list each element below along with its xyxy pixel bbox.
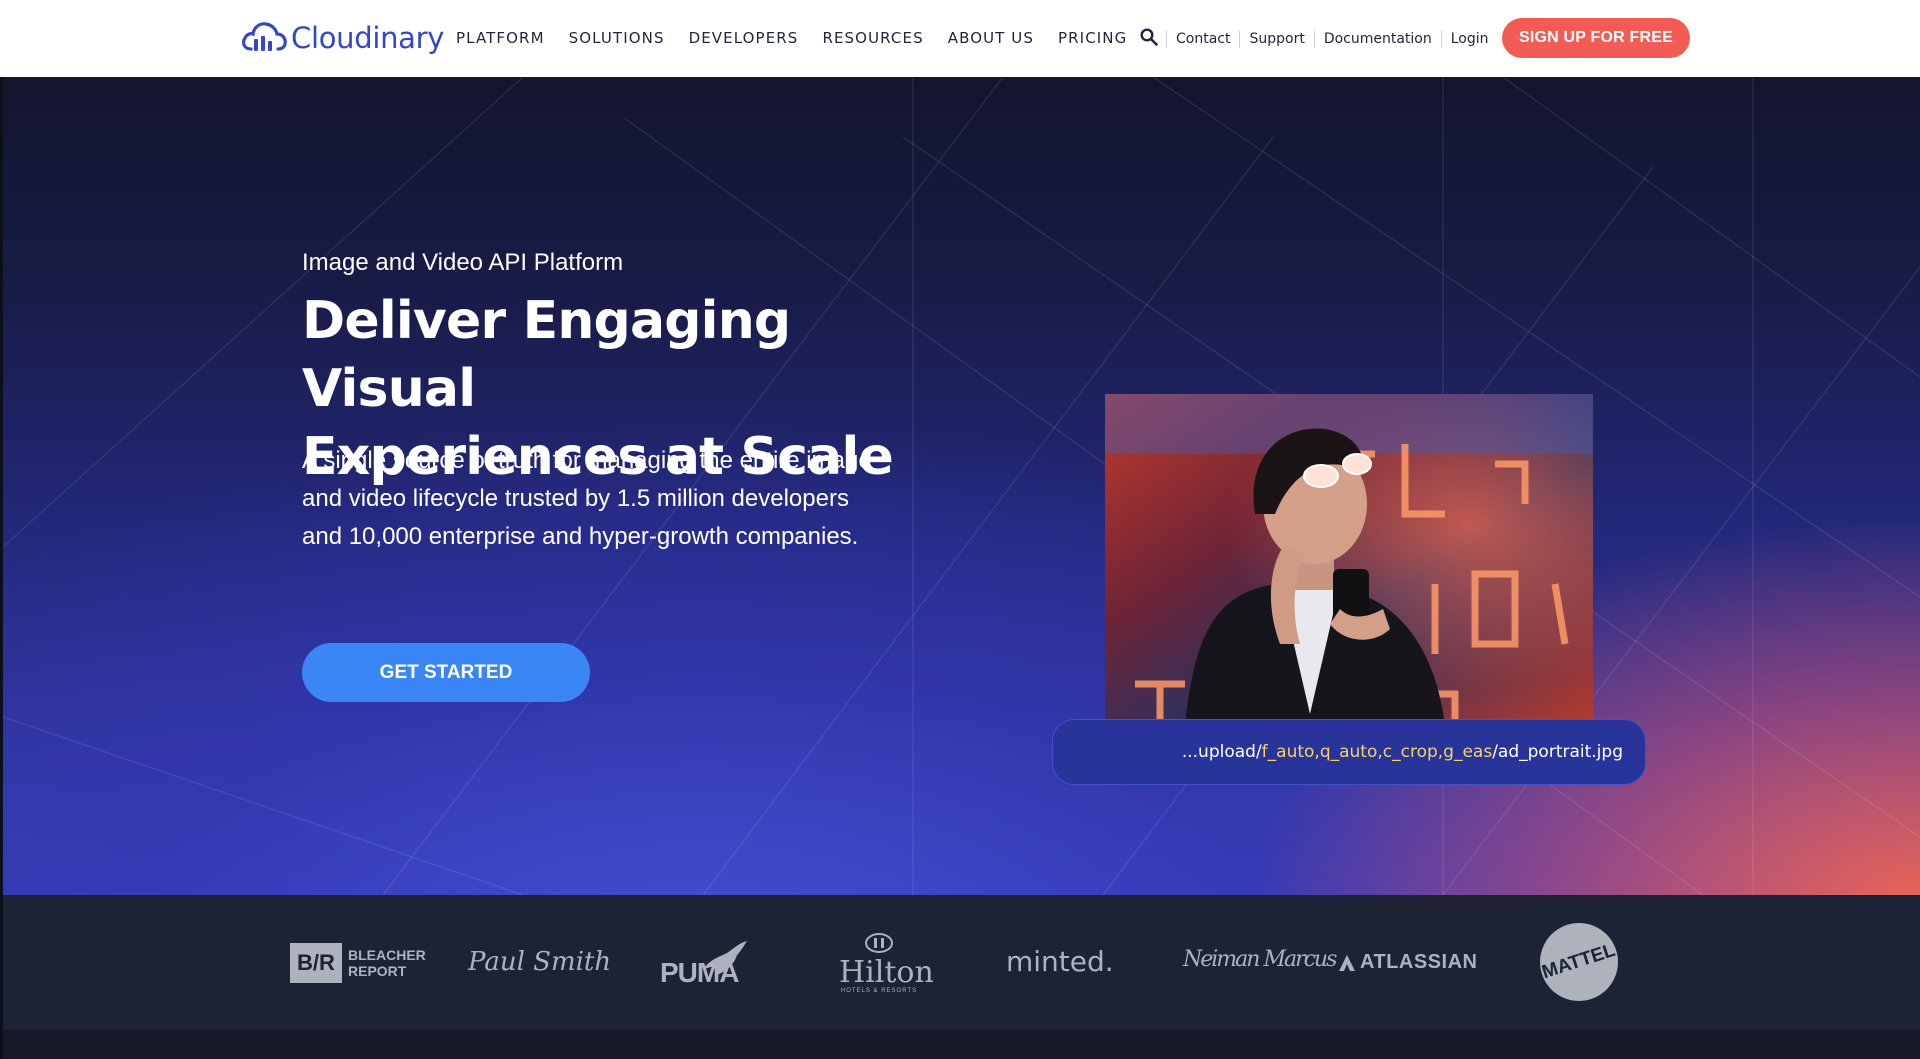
logo-atlassian: ATLASSIAN: [1338, 951, 1477, 974]
hero-eyebrow: Image and Video API Platform: [302, 249, 624, 276]
logo-puma: PUMA: [656, 939, 756, 988]
headline-line-1: Deliver Engaging Visual: [302, 291, 791, 419]
nav-support[interactable]: Support: [1239, 31, 1313, 48]
logo-paul-smith: Paul Smith: [468, 947, 612, 977]
hilton-text: Hilton: [839, 955, 934, 990]
brand-name: Cloudinary: [291, 21, 445, 55]
url-suffix: /ad_portrait.jpg: [1492, 742, 1623, 762]
hero-photo: [1105, 394, 1593, 724]
page-bottom-band: [0, 1030, 1920, 1059]
nav-login[interactable]: Login: [1440, 31, 1498, 48]
nav-platform[interactable]: PLATFORM: [456, 29, 545, 47]
customer-logos-strip: B/R BLEACHER REPORT Paul Smith PUMA Hilt…: [3, 895, 1920, 1030]
logo-hilton: Hilton HOTELS & RESORTS: [839, 933, 934, 994]
nav-contact[interactable]: Contact: [1166, 31, 1239, 48]
site-header: Cloudinary PLATFORM SOLUTIONS DEVELOPERS…: [0, 0, 1920, 78]
logo-neiman-marcus: Neiman Marcus: [1183, 947, 1337, 972]
nav-documentation[interactable]: Documentation: [1313, 31, 1441, 48]
logo-minted: minted.: [1006, 945, 1114, 978]
window-left-edge: [0, 77, 3, 1059]
logo-bleacher-report: B/R BLEACHER REPORT: [290, 943, 426, 983]
nav-about-us[interactable]: ABOUT US: [948, 29, 1034, 47]
bleacher-line-2: REPORT: [348, 963, 407, 979]
hero-section: Image and Video API Platform Deliver Eng…: [3, 77, 1920, 895]
brand-logo[interactable]: Cloudinary: [241, 18, 444, 58]
url-prefix: ...upload/: [1181, 742, 1262, 762]
hero-subtext: A single source of truth for managing th…: [302, 447, 872, 550]
bleacher-line-1: BLEACHER: [348, 947, 426, 963]
atlassian-icon: [1339, 954, 1355, 971]
nav-developers[interactable]: DEVELOPERS: [689, 29, 799, 47]
nav-pricing[interactable]: PRICING: [1058, 29, 1127, 47]
logo-mattel: MATTEL: [1540, 923, 1618, 1001]
mattel-text: MATTEL: [1539, 939, 1619, 984]
search-icon[interactable]: [1140, 28, 1158, 46]
puma-cat-icon: [703, 941, 747, 977]
get-started-button[interactable]: GET STARTED: [302, 643, 590, 702]
nav-solutions[interactable]: SOLUTIONS: [569, 29, 665, 47]
hilton-emblem-icon: [865, 933, 893, 953]
url-params: f_auto,q_auto,c_crop,g_eas: [1261, 742, 1493, 762]
hilton-subtext: HOTELS & RESORTS: [840, 988, 918, 994]
atlassian-text: ATLASSIAN: [1360, 951, 1478, 973]
main-nav: PLATFORM SOLUTIONS DEVELOPERS RESOURCES …: [456, 29, 1151, 47]
cloud-logo-icon: [242, 22, 287, 51]
nav-resources[interactable]: RESOURCES: [822, 29, 923, 47]
sign-up-button[interactable]: SIGN UP FOR FREE: [1502, 18, 1690, 58]
transformation-url: ...upload/f_auto,q_auto,c_crop,g_eas/ad_…: [1052, 719, 1646, 785]
utility-nav: Contact Support Documentation Login: [1166, 31, 1498, 48]
